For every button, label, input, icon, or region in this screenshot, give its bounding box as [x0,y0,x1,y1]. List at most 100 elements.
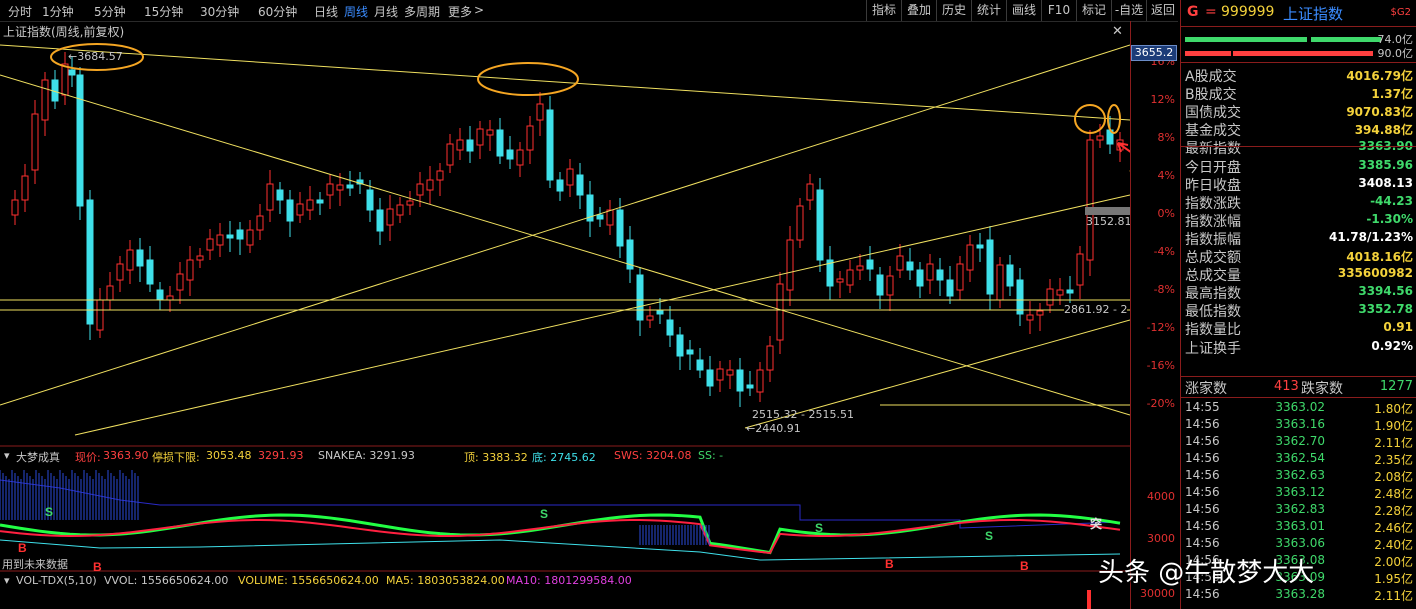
candle-body [86,199,94,325]
draw-line-button[interactable]: 画线 [1006,0,1041,21]
tick-time: 14:56 [1185,519,1220,533]
candle-body [346,184,354,189]
stat-row: 昨日收盘 3408.13 [1181,175,1416,194]
triangle-icon[interactable]: ▾ [4,574,10,587]
tick-row: 14:55 3363.02 1.80亿 [1181,398,1416,416]
tick-time: 14:56 [1185,451,1220,465]
signal-mark: S [815,521,823,535]
tab-fenshi[interactable]: 分时 [8,3,32,20]
period-toolbar: 分时 1分钟 5分钟 15分钟 30分钟 60分钟 日线 周线 月线 多周期 更… [0,0,1178,22]
watermark: 头条 @牛散梦大大 [1098,558,1315,588]
tick-row: 14:56 3362.83 2.28亿 [1181,500,1416,518]
candle-body [436,170,444,181]
tab-monthly[interactable]: 月线 [374,3,398,20]
code-prefix: G [1187,4,1199,20]
axis-label: -4% [1153,245,1175,258]
chevron-right-icon[interactable]: > [474,3,484,17]
candle-body [1006,264,1014,287]
tab-multi-period[interactable]: 多周期 [404,3,440,20]
mark-button[interactable]: 标记 [1076,0,1111,21]
indicator-button[interactable]: 指标 [866,0,901,21]
tick-row: 14:56 3362.54 2.35亿 [1181,449,1416,467]
overlay-button[interactable]: 叠加 [901,0,936,21]
sws-value: SWS: 3204.08 [614,449,692,462]
candle-body [306,199,314,211]
candle-body [676,334,684,357]
highlight-circle [477,62,579,96]
candle-body [426,179,434,191]
tab-5min[interactable]: 5分钟 [94,3,126,20]
kline-chart[interactable]: S SSS突BB B B [0,21,1130,609]
candle-body [136,249,144,267]
tick-row: 14:56 3363.16 1.90亿 [1181,415,1416,433]
highlight-circle [1074,104,1106,134]
history-button[interactable]: 历史 [936,0,971,21]
candle-body [216,234,224,246]
candle-body [926,263,934,281]
candle-body [196,255,204,261]
watchlist-button[interactable]: -自选 [1111,0,1146,21]
tick-time: 14:56 [1185,587,1220,601]
candle-body [996,264,1004,301]
candle-body [236,229,244,240]
indicator-name[interactable]: 大梦成真 [16,449,60,465]
volume-indicator-name[interactable]: VOL-TDX(5,10) [16,574,97,587]
candle-body [836,278,844,283]
stat-value: 335600982 [1337,266,1413,281]
tab-30min[interactable]: 30分钟 [200,3,239,20]
stat-value: -1.30% [1366,211,1413,226]
tick-price: 3363.16 [1275,417,1325,431]
close-icon[interactable]: ✕ [1112,24,1123,39]
candle-body [276,189,284,201]
candle-body [1076,253,1084,286]
tab-more[interactable]: 更多 [448,3,472,20]
ma10-value: MA10: 1801299584.00 [506,574,632,587]
stat-value: 1.37亿 [1371,87,1413,102]
stat-value: 41.78/1.23% [1329,229,1413,244]
tab-weekly[interactable]: 周线 [344,3,368,20]
candle-body [456,139,464,151]
signal-mark: S [985,529,993,543]
candle-body [606,209,614,226]
stop-loss-label: 停损下限: [152,451,200,464]
tab-15min[interactable]: 15分钟 [144,3,183,20]
quote-title: G = 999999 上证指数 $G2 [1181,0,1416,27]
candle-body [646,315,654,321]
stat-label: 指数涨跌 [1185,195,1241,212]
tick-price: 3362.54 [1275,451,1325,465]
ss-value: SS: - [698,449,724,462]
candle-body [146,259,154,285]
trend-line [0,44,1130,406]
stat-row: 总成交额 4018.16亿 [1181,247,1416,266]
tab-1min[interactable]: 1分钟 [42,3,74,20]
f10-button[interactable]: F10 [1041,0,1076,21]
tick-row: 14:56 3362.63 2.08亿 [1181,466,1416,484]
sell-bar-2 [1233,51,1373,56]
percent-axis: 16% 12% 8% 4% 0% -4% -8% -12% -16% -20% … [1130,21,1179,609]
vvol-value: VVOL: 1556650624.00 [104,574,229,587]
candle-body [156,289,164,301]
candle-body [206,238,214,251]
statistics-button[interactable]: 统计 [971,0,1006,21]
tab-daily[interactable]: 日线 [314,3,338,20]
stat-row: 基金成交 394.88亿 [1181,120,1416,139]
candle-body [846,269,854,286]
candle-body [966,244,974,271]
tick-price: 3363.02 [1275,400,1325,414]
band-line [0,479,1121,529]
stock-code: 999999 [1221,4,1275,20]
candle-body [686,349,694,355]
candle-body [716,368,724,381]
equals-sign: = [1205,4,1217,20]
signal-mark: B [885,557,894,571]
tick-time: 14:56 [1185,468,1220,482]
buy-bar [1185,37,1307,42]
triangle-icon[interactable]: ▾ [4,449,10,462]
back-button[interactable]: 返回 [1146,0,1179,21]
stat-row: 今日开盘 3385.96 [1181,157,1416,176]
axis-label: 12% [1150,93,1175,106]
tick-time: 14:56 [1185,536,1220,550]
tab-60min[interactable]: 60分钟 [258,3,297,20]
tick-time: 14:56 [1185,485,1220,499]
candle-body [866,259,874,270]
